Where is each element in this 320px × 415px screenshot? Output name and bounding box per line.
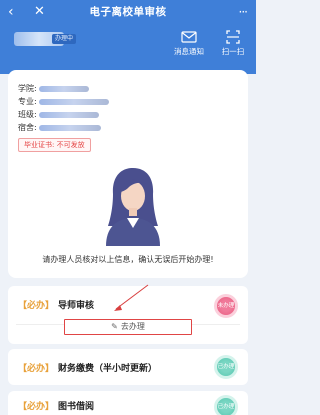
task-card-library[interactable]: 【必办】 图书借阅 已办理 — [8, 391, 248, 415]
college-label: 学院: — [18, 84, 37, 93]
scan-icon — [226, 30, 240, 44]
major-value-redacted — [38, 98, 109, 105]
mail-icon — [181, 31, 197, 43]
required-tag: 【必办】 — [18, 402, 55, 412]
class-label: 班级: — [18, 110, 37, 119]
page-title: 电子离校单审核 — [89, 6, 167, 18]
task-name: 导师审核 — [58, 301, 95, 311]
verify-notice: 请办理人员核对以上信息，确认无误后开始办理! — [42, 255, 214, 264]
graduation-certificate-status: 毕业证书: 不可发放 — [18, 138, 91, 152]
go-process-label: 去办理 — [120, 322, 145, 331]
status-badge: 办理中 — [52, 34, 77, 44]
notify-label: 消息通知 — [174, 47, 204, 56]
task-title: 【必办】 图书借阅 — [18, 399, 94, 412]
student-info-card: 学院: 专业: 班级: 宿舍: 毕业证书: 不可发放 请办理人员核对以上信息，确… — [8, 70, 248, 278]
class-value-redacted — [38, 111, 99, 118]
done-stamp: 已办理 — [214, 355, 238, 379]
major-row: 专业: — [18, 96, 109, 107]
dorm-label: 宿舍: — [18, 123, 37, 132]
edit-icon: ✎ — [111, 322, 118, 331]
notify-button[interactable]: 消息通知 — [168, 30, 210, 57]
task-title: 【必办】 财务缴费（半小时更新） — [18, 361, 157, 374]
dorm-value-redacted — [38, 124, 101, 131]
major-label: 专业: — [18, 97, 37, 106]
scan-button[interactable]: 扫一扫 — [212, 30, 254, 57]
college-value-redacted — [38, 85, 89, 92]
avatar — [106, 168, 160, 246]
task-name: 图书借阅 — [58, 402, 95, 412]
task-name: 财务缴费（半小时更新） — [58, 364, 158, 374]
task-card-finance[interactable]: 【必办】 财务缴费（半小时更新） 已办理 — [8, 349, 248, 385]
go-process-button[interactable]: ✎ 去办理 — [64, 319, 192, 335]
scan-label: 扫一扫 — [221, 47, 245, 56]
dorm-row: 宿舍: — [18, 122, 101, 133]
nav-bar: ‹ ✕ 电子离校单审核 ··· — [0, 0, 256, 24]
required-tag: 【必办】 — [18, 364, 55, 374]
task-title: 【必办】 导师审核 — [18, 298, 94, 311]
header-banner: 办理中 消息通知 扫一扫 — [0, 24, 256, 74]
class-row: 班级: — [18, 109, 99, 120]
done-stamp: 已办理 — [214, 395, 238, 415]
annotation-arrow — [114, 284, 149, 311]
required-tag: 【必办】 — [18, 301, 55, 311]
task-action-area: ✎ 去办理 — [8, 312, 248, 344]
more-icon[interactable]: ··· — [239, 0, 249, 24]
college-row: 学院: — [18, 83, 89, 94]
